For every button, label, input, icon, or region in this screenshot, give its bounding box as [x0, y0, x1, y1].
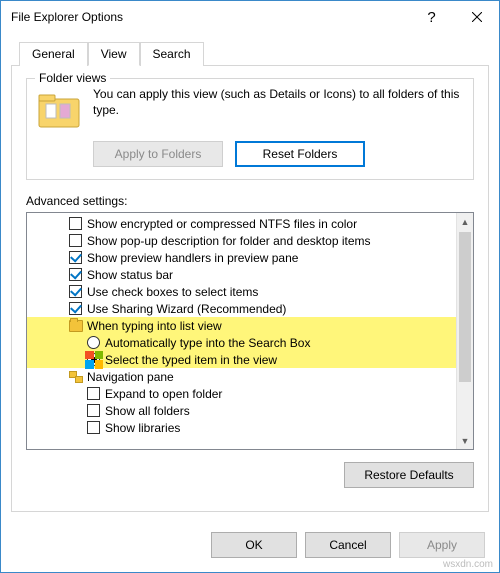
tree-item-label: Show status bar	[87, 268, 173, 282]
checkbox[interactable]	[69, 217, 82, 230]
dialog-window: File Explorer Options ? General View Sea…	[0, 0, 500, 573]
tab-content: Folder views You can apply this view (su…	[11, 65, 489, 512]
tree-row[interactable]: Show status bar	[27, 266, 456, 283]
watermark: wsxdn.com	[443, 559, 493, 570]
tree-row[interactable]: When typing into list view	[27, 317, 456, 334]
checkbox[interactable]	[69, 268, 82, 281]
ok-button[interactable]: OK	[211, 532, 297, 558]
navigation-pane-icon	[69, 371, 83, 383]
tree-row[interactable]: Automatically type into the Search Box	[27, 334, 456, 351]
cancel-button[interactable]: Cancel	[305, 532, 391, 558]
checkbox[interactable]	[69, 234, 82, 247]
advanced-settings-tree: Show encrypted or compressed NTFS files …	[26, 212, 474, 450]
checkbox[interactable]	[69, 302, 82, 315]
radio[interactable]	[87, 336, 100, 349]
tree-item-label: When typing into list view	[87, 319, 222, 333]
reset-folders-button[interactable]: Reset Folders	[235, 141, 365, 167]
tree-row[interactable]: Show encrypted or compressed NTFS files …	[27, 215, 456, 232]
checkbox[interactable]	[69, 285, 82, 298]
tree-row[interactable]: Navigation pane	[27, 368, 456, 385]
checkbox[interactable]	[87, 421, 100, 434]
close-button[interactable]	[454, 2, 499, 32]
tree-item-label: Select the typed item in the view	[105, 353, 277, 367]
tree-row[interactable]: Select the typed item in the view	[27, 351, 456, 368]
close-icon	[472, 12, 482, 22]
tree-item-label: Navigation pane	[87, 370, 174, 384]
scrollbar[interactable]: ▲ ▼	[456, 213, 473, 449]
tree-item-label: Use Sharing Wizard (Recommended)	[87, 302, 286, 316]
windows-logo-icon	[85, 351, 103, 369]
restore-defaults-button[interactable]: Restore Defaults	[344, 462, 474, 488]
scroll-down-icon[interactable]: ▼	[457, 432, 473, 449]
titlebar: File Explorer Options ?	[1, 1, 499, 33]
tree-row[interactable]: Use check boxes to select items	[27, 283, 456, 300]
folder-views-legend: Folder views	[35, 71, 110, 85]
scroll-thumb[interactable]	[459, 232, 471, 382]
help-button[interactable]: ?	[409, 2, 454, 32]
tree-row[interactable]: Show pop-up description for folder and d…	[27, 232, 456, 249]
folder-views-description: You can apply this view (such as Details…	[93, 87, 463, 118]
tree-row[interactable]: Show preview handlers in preview pane	[27, 249, 456, 266]
folder-views-group: Folder views You can apply this view (su…	[26, 78, 474, 180]
tree-item-label: Show preview handlers in preview pane	[87, 251, 298, 265]
tab-search[interactable]: Search	[140, 42, 204, 66]
tree-row[interactable]: Use Sharing Wizard (Recommended)	[27, 300, 456, 317]
tree-item-label: Show pop-up description for folder and d…	[87, 234, 371, 248]
apply-button: Apply	[399, 532, 485, 558]
folder-icon	[37, 91, 81, 131]
apply-to-folders-button: Apply to Folders	[93, 141, 223, 167]
tree-item-label: Expand to open folder	[105, 387, 222, 401]
tree-row[interactable]: Show all folders	[27, 402, 456, 419]
tree-row[interactable]: Expand to open folder	[27, 385, 456, 402]
window-title: File Explorer Options	[11, 10, 409, 24]
tree-item-label: Show libraries	[105, 421, 180, 435]
checkbox[interactable]	[87, 387, 100, 400]
tab-general[interactable]: General	[19, 42, 88, 66]
tree-item-label: Show encrypted or compressed NTFS files …	[87, 217, 357, 231]
checkbox[interactable]	[69, 251, 82, 264]
folder-icon	[69, 320, 83, 332]
tree-item-label: Automatically type into the Search Box	[105, 336, 310, 350]
scroll-up-icon[interactable]: ▲	[457, 213, 473, 230]
scroll-track[interactable]	[457, 230, 473, 432]
advanced-settings-label: Advanced settings:	[26, 194, 474, 208]
tree-row[interactable]: Show libraries	[27, 419, 456, 436]
tab-strip: General View Search	[1, 33, 499, 65]
tree-item-label: Use check boxes to select items	[87, 285, 258, 299]
checkbox[interactable]	[87, 404, 100, 417]
tab-view[interactable]: View	[88, 42, 140, 66]
tree-item-label: Show all folders	[105, 404, 190, 418]
dialog-buttons: OK Cancel Apply	[1, 522, 499, 572]
